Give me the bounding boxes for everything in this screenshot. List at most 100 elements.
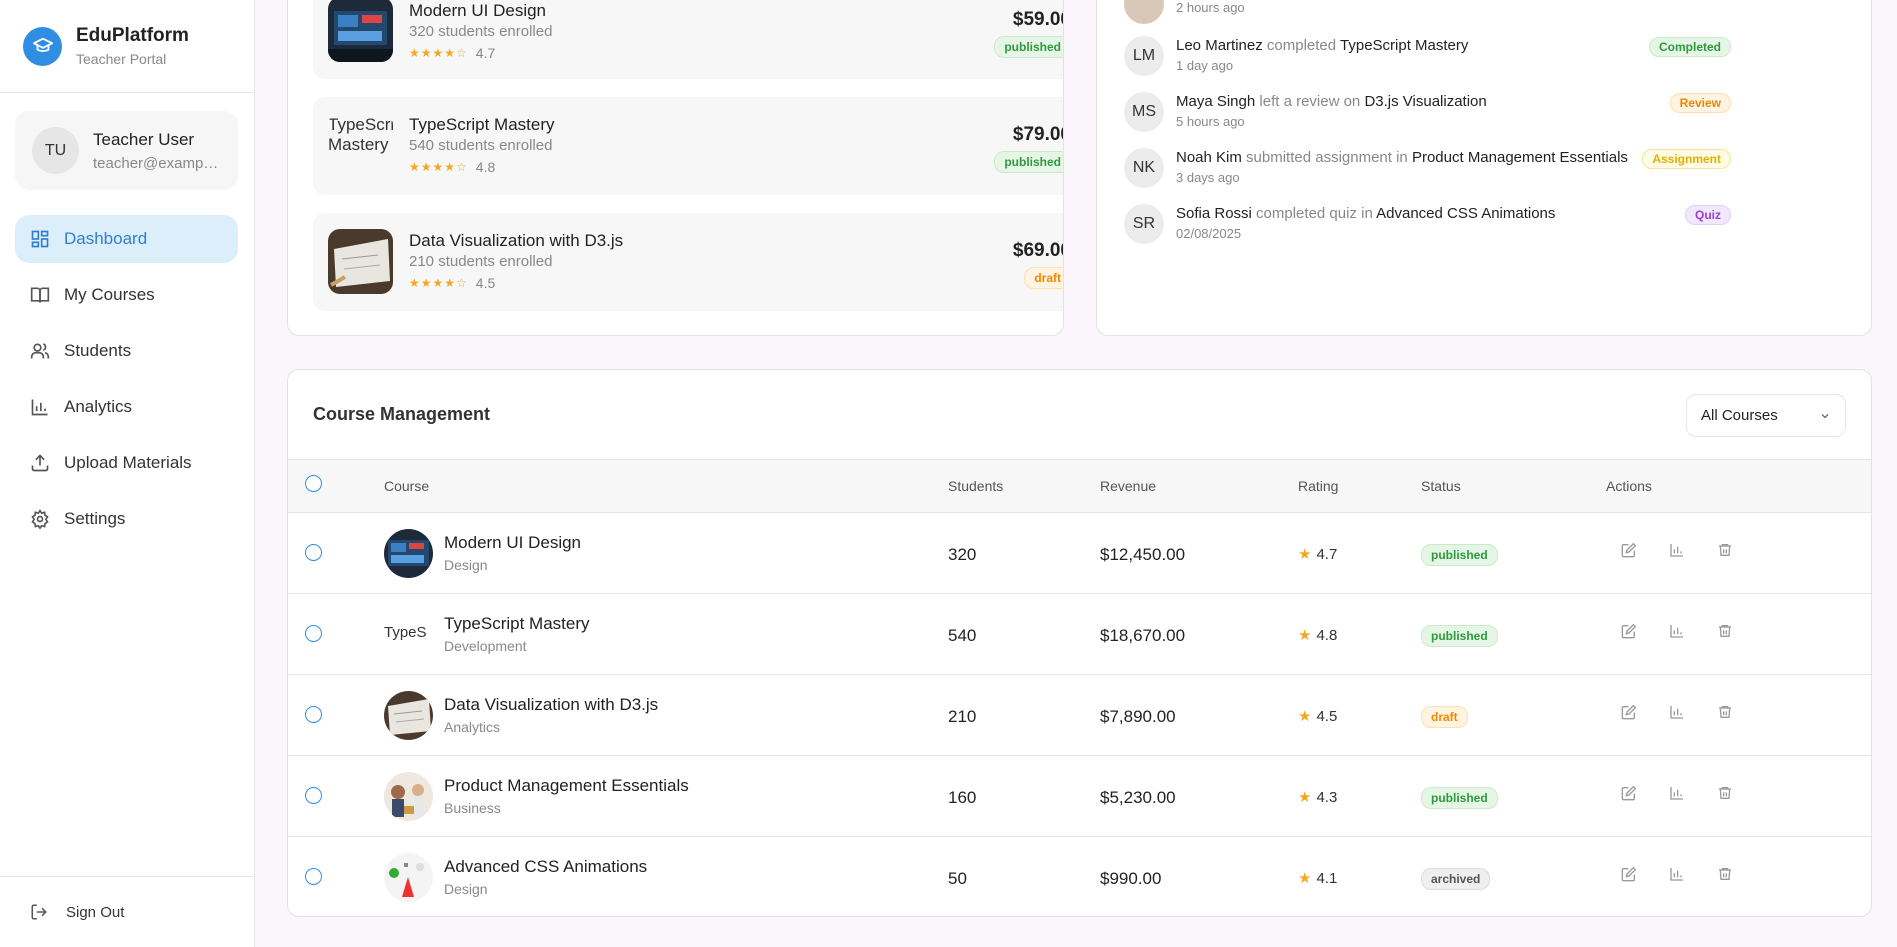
section-title: Course Management <box>313 404 491 424</box>
table-row[interactable]: Modern UI Design Design 320 $12,450.00 ★… <box>288 513 1871 594</box>
row-checkbox[interactable] <box>305 625 322 642</box>
revenue-value: $990.00 <box>1100 869 1162 888</box>
course-category: Business <box>444 800 501 816</box>
activity-course[interactable]: D3.js Visualization <box>1364 93 1486 110</box>
course-rating: ★★★★☆ 4.7 <box>409 45 495 61</box>
column-header-students[interactable]: Students <box>948 478 1003 494</box>
course-price: $79.00 <box>1012 124 1063 145</box>
course-name[interactable]: Data Visualization with D3.js <box>444 695 658 715</box>
star-icon: ★ <box>1298 870 1312 887</box>
bar-chart-icon <box>31 399 48 416</box>
course-item[interactable]: Modern UI Design 320 students enrolled ★… <box>313 0 1063 79</box>
sidebar-item-label: Dashboard <box>64 229 148 248</box>
activity-course[interactable]: TypeScript Mastery <box>1340 37 1468 54</box>
course-price: $69.00 <box>1012 240 1063 261</box>
course-rating: ★★★★☆ 4.5 <box>409 275 495 291</box>
course-item[interactable]: TypeScript Mastery TypeScript Mastery 54… <box>313 97 1063 195</box>
row-actions <box>1621 866 1737 886</box>
activity-badge: Quiz <box>1685 205 1731 225</box>
row-checkbox[interactable] <box>305 787 322 804</box>
user-email: teacher@example.com <box>93 154 221 172</box>
sidebar-item-my-courses[interactable]: My Courses <box>15 271 238 319</box>
course-name[interactable]: TypeScript Mastery <box>444 614 590 634</box>
sign-out-label: Sign Out <box>66 903 125 921</box>
course-filter-select[interactable]: All Courses <box>1686 394 1846 437</box>
course-title[interactable]: Modern UI Design <box>409 1 546 21</box>
row-checkbox[interactable] <box>305 868 322 885</box>
status-badge: archived <box>1421 868 1491 890</box>
course-title[interactable]: Data Visualization with D3.js <box>409 231 623 251</box>
rating-cell: ★ 4.5 <box>1298 707 1338 726</box>
activity-verb: completed quiz in <box>1256 205 1373 222</box>
edit-icon[interactable] <box>1621 623 1641 643</box>
sidebar-item-settings[interactable]: Settings <box>15 495 238 543</box>
column-header-revenue[interactable]: Revenue <box>1100 478 1156 494</box>
trash-icon[interactable] <box>1717 704 1737 724</box>
row-checkbox[interactable] <box>305 544 322 561</box>
course-thumbnail <box>384 691 433 740</box>
revenue-value: $7,890.00 <box>1100 707 1176 726</box>
sidebar: EduPlatform Teacher Portal TU Teacher Us… <box>0 0 255 947</box>
course-name[interactable]: Modern UI Design <box>444 533 581 553</box>
trash-icon[interactable] <box>1717 785 1737 805</box>
sidebar-item-students[interactable]: Students <box>15 327 238 375</box>
students-count: 540 <box>948 626 977 645</box>
table-row[interactable]: TypeS TypeScript Mastery Development 540… <box>288 594 1871 675</box>
edit-icon[interactable] <box>1621 704 1641 724</box>
select-all-checkbox[interactable] <box>305 475 322 492</box>
rating-value: 4.7 <box>475 45 496 61</box>
rating-cell: ★ 4.7 <box>1298 545 1337 564</box>
analytics-icon[interactable] <box>1669 785 1689 805</box>
broken-image-alt: TypeS <box>384 624 427 641</box>
analytics-icon[interactable] <box>1669 623 1689 643</box>
table-row[interactable]: Advanced CSS Animations Design 50 $990.0… <box>288 837 1871 916</box>
table-row[interactable]: Data Visualization with D3.js Analytics … <box>288 675 1871 756</box>
table-row[interactable]: Product Management Essentials Business 1… <box>288 756 1871 837</box>
activity-time: 5 hours ago <box>1176 114 1245 129</box>
column-header-actions: Actions <box>1606 478 1652 494</box>
analytics-icon[interactable] <box>1669 866 1689 886</box>
column-header-course[interactable]: Course <box>384 478 429 494</box>
analytics-icon[interactable] <box>1669 542 1689 562</box>
top-courses-card: Modern UI Design 320 students enrolled ★… <box>287 0 1064 336</box>
course-category: Design <box>444 881 488 897</box>
row-checkbox[interactable] <box>305 706 322 723</box>
students-count: 210 <box>948 707 977 726</box>
sidebar-item-dashboard[interactable]: Dashboard <box>15 215 238 263</box>
trash-icon[interactable] <box>1717 623 1737 643</box>
edit-icon[interactable] <box>1621 542 1641 562</box>
activity-item: SR Sofia Rossi completed quiz in Advance… <box>1124 204 1731 244</box>
activity-item: LM Leo Martinez completed TypeScript Mas… <box>1124 36 1731 76</box>
edit-icon[interactable] <box>1621 785 1641 805</box>
sign-out-button[interactable]: Sign Out <box>0 876 255 947</box>
course-name[interactable]: Advanced CSS Animations <box>444 857 647 877</box>
course-name[interactable]: Product Management Essentials <box>444 776 689 796</box>
course-category: Design <box>444 557 488 573</box>
column-header-rating[interactable]: Rating <box>1298 478 1338 494</box>
avatar: MS <box>1124 92 1164 132</box>
rating-value: 4.3 <box>1316 788 1338 806</box>
analytics-icon[interactable] <box>1669 704 1689 724</box>
course-title[interactable]: TypeScript Mastery <box>409 115 555 135</box>
column-header-status[interactable]: Status <box>1421 478 1461 494</box>
course-thumbnail: TypeS <box>384 610 433 659</box>
course-thumbnail <box>384 529 433 578</box>
star-icon: ★ <box>1298 789 1312 806</box>
activity-badge: Assignment <box>1642 149 1731 169</box>
rating-value: 4.5 <box>1316 707 1338 725</box>
rating-cell: ★ 4.1 <box>1298 869 1337 888</box>
sidebar-item-label: Upload Materials <box>64 453 192 472</box>
course-item[interactable]: Data Visualization with D3.js 210 studen… <box>313 213 1063 311</box>
sidebar-item-analytics[interactable]: Analytics <box>15 383 238 431</box>
activity-course[interactable]: Advanced CSS Animations <box>1376 205 1555 222</box>
status-badge: published <box>994 36 1063 58</box>
user-card[interactable]: TU Teacher User teacher@example.com <box>15 111 238 190</box>
activity-course[interactable]: Product Management Essentials <box>1412 149 1628 166</box>
trash-icon[interactable] <box>1717 542 1737 562</box>
sidebar-item-upload-materials[interactable]: Upload Materials <box>15 439 238 487</box>
edit-icon[interactable] <box>1621 866 1641 886</box>
trash-icon[interactable] <box>1717 866 1737 886</box>
rating-cell: ★ 4.8 <box>1298 626 1337 645</box>
revenue-value: $5,230.00 <box>1100 788 1176 807</box>
upload-icon <box>31 454 49 472</box>
